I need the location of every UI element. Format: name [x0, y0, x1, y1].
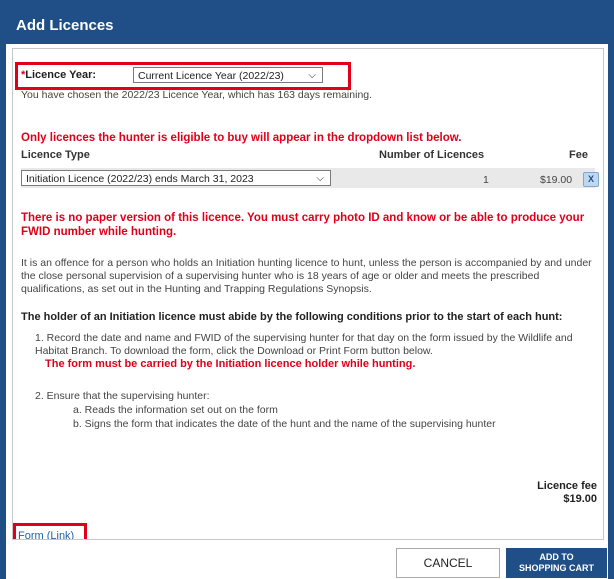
- conditions-heading: The holder of an Initiation licence must…: [21, 311, 563, 323]
- fee-value: $19.00: [540, 174, 573, 186]
- condition-2-text: 2. Ensure that the supervising hunter:: [35, 390, 210, 402]
- remove-licence-button[interactable]: X: [583, 172, 599, 187]
- cancel-button[interactable]: CANCEL: [396, 548, 500, 578]
- dialog-title-bar: Add Licences: [6, 6, 608, 44]
- condition-1-text: 1. Record the date and name and FWID of …: [35, 332, 573, 357]
- header-number-of-licences: Number of Licences: [379, 149, 485, 161]
- add-licences-dialog: Add Licences *Licence Year: Current Lice…: [6, 6, 608, 579]
- licence-fee-amount: $19.00: [563, 493, 597, 505]
- form-link-highlight: [13, 523, 87, 539]
- licence-fee-label: Licence fee: [537, 480, 597, 492]
- licence-year-highlight: [15, 62, 351, 90]
- eligibility-notice: Only licences the hunter is eligible to …: [21, 132, 462, 144]
- no-paper-warning: There is no paper version of this licenc…: [21, 212, 585, 238]
- offence-text: It is an offence for a person who holds …: [21, 257, 592, 295]
- condition-2b-text: b. Signs the form that indicates the dat…: [73, 418, 496, 430]
- add-to-shopping-cart-button[interactable]: ADD TO SHOPPING CART: [506, 548, 607, 578]
- condition-1-warning: The form must be carried by the Initiati…: [45, 358, 416, 370]
- header-licence-type: Licence Type: [21, 149, 90, 161]
- licence-type-select[interactable]: Initiation Licence (2022/23) ends March …: [21, 170, 331, 186]
- licence-year-chosen-text: You have chosen the 2022/23 Licence Year…: [21, 89, 373, 101]
- chevron-down-icon: ⌵: [316, 173, 324, 184]
- header-fee: Fee: [569, 149, 588, 161]
- number-of-licences-value: 1: [483, 174, 489, 186]
- dialog-content[interactable]: *Licence Year: Current Licence Year (202…: [12, 48, 604, 540]
- dialog-title: Add Licences: [16, 17, 114, 34]
- condition-2a-text: a. Reads the information set out on the …: [73, 404, 278, 416]
